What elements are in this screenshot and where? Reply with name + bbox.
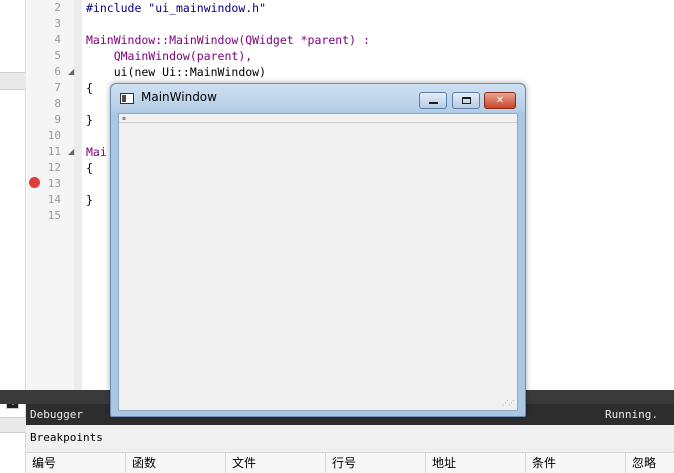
column-header-file[interactable]: 文件: [226, 453, 326, 473]
breakpoints-header: 编号 函数 文件 行号 地址 条件 忽略: [26, 452, 674, 473]
line-number: 2: [54, 1, 61, 14]
line-number: 14: [47, 193, 61, 206]
line-number: 15: [47, 209, 61, 222]
column-header-line[interactable]: 行号: [326, 453, 426, 473]
code-text: MainWindow::MainWindow(QWidget *parent) …: [86, 33, 370, 47]
code-text: }: [86, 193, 93, 207]
code-text: Mai: [86, 145, 107, 159]
minimize-button[interactable]: [419, 92, 447, 109]
line-number: 5: [54, 49, 61, 62]
fold-arrow-icon[interactable]: ◢: [68, 144, 74, 160]
code-text: {: [86, 161, 93, 175]
line-number: 3: [54, 17, 61, 30]
code-line: }: [86, 112, 93, 128]
close-button[interactable]: ✕: [484, 92, 516, 109]
line-number: 11: [47, 145, 61, 158]
code-text: #include "ui_mainwindow.h": [86, 1, 267, 15]
maximize-button[interactable]: [452, 92, 480, 109]
line-number: 12: [47, 161, 61, 174]
maximize-icon: [462, 97, 471, 104]
window-app-icon[interactable]: [120, 93, 134, 104]
mainwindow-title: MainWindow: [141, 90, 217, 104]
code-text: }: [86, 113, 93, 127]
code-text: ui(new Ui::MainWindow): [86, 65, 267, 79]
line-number: 8: [54, 97, 61, 110]
code-text: {: [86, 81, 93, 95]
fold-margin: [74, 0, 82, 390]
mainwindow-client-area[interactable]: ▪ ⋰⋰: [118, 113, 518, 411]
line-number: 4: [54, 33, 61, 46]
code-line: ui(new Ui::MainWindow): [86, 64, 266, 80]
line-number: 9: [54, 113, 61, 126]
code-line: MainWindow::MainWindow(QWidget *parent) …: [86, 32, 370, 48]
line-number: 6: [54, 65, 61, 78]
code-line: QMainWindow(parent),: [86, 48, 252, 64]
breakpoints-pane: Breakpoints 编号 函数 文件 行号 地址 条件 忽略: [26, 425, 674, 473]
mainwindow-titlebar[interactable]: MainWindow ✕: [111, 84, 525, 112]
fold-arrow-icon[interactable]: ◢: [68, 64, 74, 80]
code-line: {: [86, 80, 93, 96]
sidebar-marker: [0, 72, 26, 90]
line-number: 10: [47, 129, 61, 142]
breakpoints-title: Breakpoints: [30, 431, 103, 444]
code-line: #include "ui_mainwindow.h": [86, 0, 266, 16]
size-grip-icon[interactable]: ⋰⋰: [502, 399, 515, 407]
minimize-icon: [429, 102, 438, 104]
column-header-address[interactable]: 地址: [426, 453, 526, 473]
close-icon: ✕: [495, 95, 505, 106]
mainwindow[interactable]: MainWindow ✕ ▪ ⋰⋰: [110, 83, 526, 417]
line-number: 7: [54, 81, 61, 94]
debugger-status: Running.: [605, 408, 658, 421]
sidebar-marker: [0, 417, 26, 433]
column-header-id[interactable]: 编号: [26, 453, 126, 473]
debugger-label: Debugger: [30, 408, 83, 421]
code-line: }: [86, 192, 93, 208]
breakpoint-marker[interactable]: [29, 177, 40, 188]
code-text: QMainWindow(parent),: [86, 49, 253, 63]
mainwindow-menubar[interactable]: ▪: [119, 114, 517, 123]
column-header-function[interactable]: 函数: [126, 453, 226, 473]
menubar-extension-icon[interactable]: ▪: [122, 115, 126, 122]
code-line: Mai: [86, 144, 107, 160]
code-line: {: [86, 160, 93, 176]
column-header-ignore[interactable]: 忽略: [626, 453, 674, 473]
column-header-condition[interactable]: 条件: [526, 453, 626, 473]
